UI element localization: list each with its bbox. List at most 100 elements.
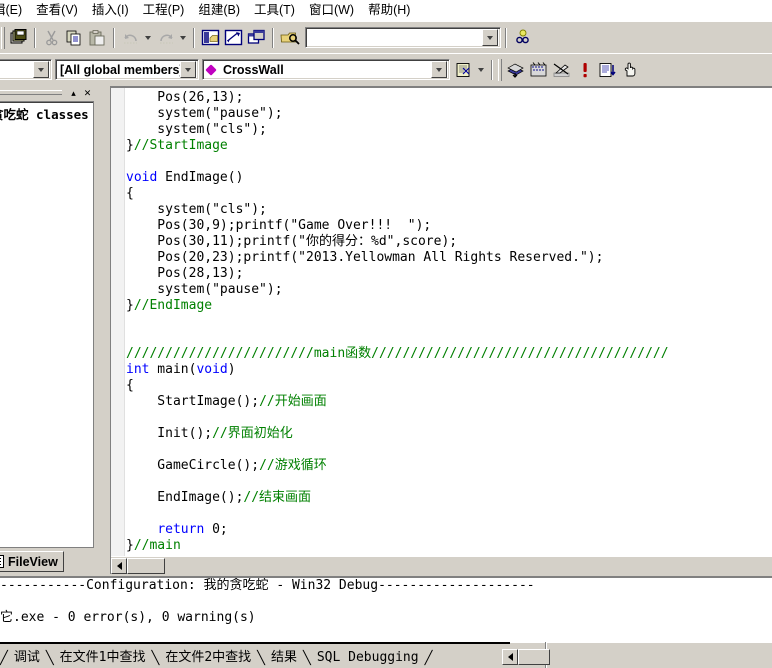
- paste-icon[interactable]: [86, 27, 109, 49]
- minimize-icon[interactable]: ▴: [67, 86, 80, 100]
- find-in-files-icon[interactable]: [278, 27, 301, 49]
- code-text: Pos(30,11);printf("你的得分：%d",score);: [126, 234, 458, 249]
- menu-edit[interactable]: 辑(E): [0, 1, 29, 20]
- menu-view[interactable]: 查看(V): [29, 1, 85, 20]
- code-line: {: [126, 378, 772, 394]
- code-editor[interactable]: Pos(26,13); system("pause"); system("cls…: [110, 86, 772, 574]
- output-tab-topline: [0, 642, 510, 644]
- undo-icon[interactable]: [119, 27, 142, 49]
- code-text: }: [126, 298, 134, 313]
- code-text: EndImage(): [157, 170, 244, 185]
- find-combo[interactable]: [305, 27, 501, 48]
- output-line: 它.exe - 0 error(s), 0 warning(s): [0, 610, 256, 625]
- redo-dropdown-icon[interactable]: [177, 27, 189, 49]
- output-scroll-left-button[interactable]: [502, 649, 518, 665]
- code-text: {: [126, 186, 134, 201]
- code-text: Pos(26,13);: [126, 90, 244, 105]
- symbol-combo-value: CrossWall: [223, 62, 284, 77]
- execute-icon[interactable]: [573, 59, 596, 81]
- stop-build-icon[interactable]: [550, 59, 573, 81]
- workspace-icon[interactable]: [199, 27, 222, 49]
- code-line: ////////////////////////main函数//////////…: [126, 346, 772, 362]
- compile-icon[interactable]: [504, 59, 527, 81]
- menu-insert[interactable]: 插入(I): [85, 1, 136, 20]
- code-line: }//StartImage: [126, 138, 772, 154]
- wizard-toolbar: [All global members] CrossWall: [0, 53, 772, 85]
- code-line: GameCircle();//游戏循环: [126, 458, 772, 474]
- code-text: Init();: [126, 426, 213, 441]
- scroll-thumb[interactable]: [127, 557, 165, 574]
- menu-window[interactable]: 窗口(W): [302, 1, 361, 20]
- output-tab-separator: ╱: [424, 650, 433, 666]
- workspace-tree[interactable]: 贪吃蛇 classes: [0, 101, 94, 548]
- undo-dropdown-icon[interactable]: [142, 27, 154, 49]
- build-toolbar-gripper[interactable]: [498, 58, 502, 81]
- code-line: Pos(26,13);: [126, 90, 772, 106]
- code-line: Pos(28,13);: [126, 266, 772, 282]
- code-line: system("cls");: [126, 122, 772, 138]
- find-combo-chevron-down-icon[interactable]: [482, 29, 498, 46]
- editor-horizontal-scrollbar[interactable]: [111, 556, 772, 574]
- menu-build[interactable]: 组建(B): [191, 1, 247, 20]
- tree-root-item[interactable]: 贪吃蛇 classes: [0, 102, 93, 123]
- menu-help[interactable]: 帮助(H): [361, 1, 417, 20]
- code-text: system("pause");: [126, 282, 283, 297]
- code-line: Init();//界面初始化: [126, 426, 772, 442]
- redo-icon[interactable]: [154, 27, 177, 49]
- code-text: ): [227, 362, 236, 377]
- build-output-pane[interactable]: -----------Configuration: 我的贪吃蛇 - Win32 …: [0, 576, 772, 642]
- vc6-ide-window: 辑(E)查看(V)插入(I)工程(P)组建(B)工具(T)窗口(W)帮助(H): [0, 0, 772, 668]
- search-icon[interactable]: [511, 27, 534, 49]
- output-scroll-thumb[interactable]: [518, 649, 550, 665]
- output-tab-results[interactable]: 结果: [265, 648, 303, 668]
- code-keyword: void: [126, 170, 158, 185]
- class-combo[interactable]: [0, 59, 52, 80]
- code-keyword: int: [126, 362, 150, 377]
- output-tab-find-in-files-2[interactable]: 在文件2中查找: [159, 648, 257, 668]
- output-tab-separator: ╲: [45, 650, 54, 666]
- code-comment: ////////////////////////main函数//////////…: [126, 346, 669, 361]
- tab-fileview[interactable]: FileView: [0, 551, 64, 572]
- code-comment: //main: [133, 538, 181, 553]
- code-line: system("cls");: [126, 202, 772, 218]
- go-icon[interactable]: [596, 59, 619, 81]
- output-tab-sql-debugging[interactable]: SQL Debugging: [311, 648, 425, 668]
- toolbar-gripper[interactable]: [1, 26, 5, 49]
- code-line: system("pause");: [126, 282, 772, 298]
- code-line: Pos(30,11);printf("你的得分：%d",score);: [126, 234, 772, 250]
- members-combo-value: [All global members]: [60, 62, 180, 77]
- output-tab-find-in-files-1[interactable]: 在文件1中查找: [54, 648, 152, 668]
- scroll-left-button[interactable]: [111, 557, 127, 574]
- class-combo-chevron-down-icon[interactable]: [33, 61, 49, 78]
- member-symbol-icon: [205, 63, 217, 76]
- output-tab-debug[interactable]: 调试: [8, 648, 46, 668]
- output-window-icon[interactable]: [222, 27, 245, 49]
- symbol-combo-chevron-down-icon[interactable]: [431, 61, 447, 78]
- cut-icon[interactable]: [40, 27, 63, 49]
- members-combo[interactable]: [All global members]: [55, 59, 199, 80]
- code-comment: //界面初始化: [212, 426, 293, 441]
- menu-project[interactable]: 工程(P): [136, 1, 192, 20]
- build-icon[interactable]: [527, 59, 550, 81]
- symbol-combo[interactable]: CrossWall: [202, 59, 450, 80]
- code-line: EndImage();//结束画面: [126, 490, 772, 506]
- code-comment: //游戏循环: [259, 458, 327, 473]
- code-text: system("cls");: [126, 202, 267, 217]
- copy-icon[interactable]: [63, 27, 86, 49]
- close-icon[interactable]: ✕: [81, 86, 94, 100]
- window-list-icon[interactable]: [245, 27, 268, 49]
- source-code-text[interactable]: Pos(26,13); system("pause"); system("cls…: [126, 90, 772, 554]
- menu-tools[interactable]: 工具(T): [247, 1, 302, 20]
- output-horizontal-scrollbar[interactable]: [502, 648, 772, 666]
- output-tabs: ╱ 调试 ╲ 在文件1中查找 ╲ 在文件2中查找 ╲ 结果 ╲ SQL Debugging ╱: [0, 647, 432, 668]
- bookmark-icon[interactable]: [452, 59, 475, 81]
- code-text: Pos(28,13);: [126, 266, 244, 281]
- insert-breakpoint-icon[interactable]: [619, 59, 642, 81]
- save-all-icon[interactable]: [7, 27, 30, 49]
- members-combo-chevron-down-icon[interactable]: [180, 61, 196, 78]
- editor-selection-margin[interactable]: [111, 88, 125, 574]
- bookmark-dropdown-icon[interactable]: [475, 59, 487, 81]
- menu-bar: 辑(E)查看(V)插入(I)工程(P)组建(B)工具(T)窗口(W)帮助(H): [0, 0, 772, 21]
